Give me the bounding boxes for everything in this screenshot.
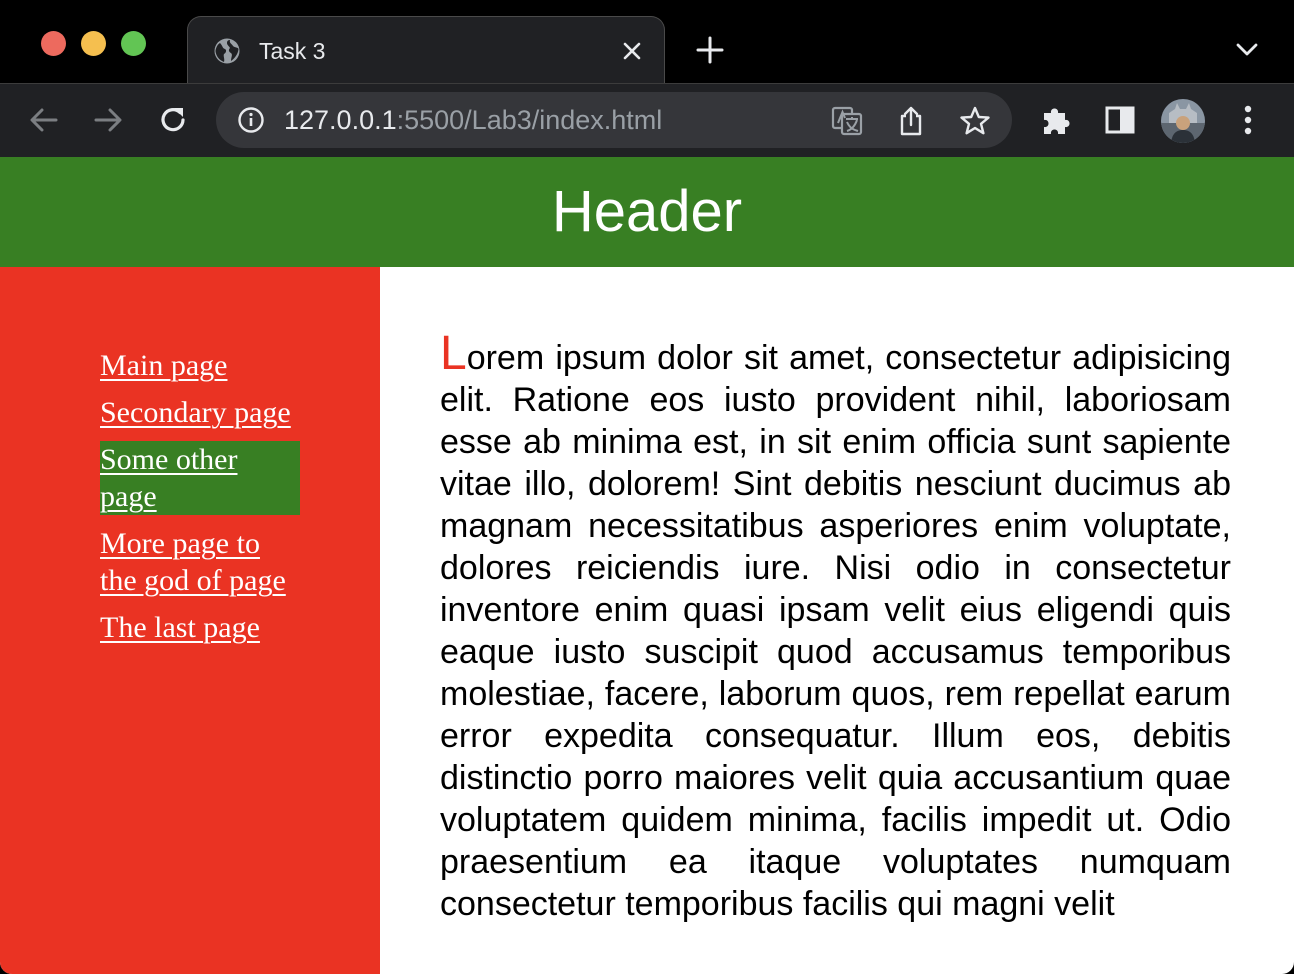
page-header: Header [0, 157, 1294, 267]
nav-link-secondary-page[interactable]: Secondary page [100, 396, 291, 429]
drop-cap-letter: L [440, 327, 467, 380]
content-body: orem ipsum dolor sit amet, consectetur a… [440, 339, 1231, 923]
address-bar[interactable]: 127.0.0.1:5500/Lab3/index.html [216, 92, 1012, 148]
sidebar-item-more-page: More page to the god of page [100, 525, 300, 599]
plus-icon[interactable] [694, 34, 726, 66]
tab-title: Task 3 [259, 38, 326, 64]
url-host: 127.0.0.1 [284, 105, 397, 135]
page-viewport: Header Main page Secondary page Some oth… [0, 157, 1294, 974]
arrow-left-icon[interactable] [24, 100, 64, 140]
browser-toolbar: 127.0.0.1:5500/Lab3/index.html [0, 83, 1294, 157]
sidebar-item-main-page: Main page [100, 347, 300, 384]
sidebar-nav: Main page Secondary page Some other page… [100, 347, 300, 656]
reload-icon[interactable] [153, 100, 193, 140]
sidebar: Main page Secondary page Some other page… [0, 267, 380, 974]
page-title: Header [551, 179, 743, 244]
kebab-menu-icon[interactable] [1228, 100, 1268, 140]
tab-task-3[interactable]: Task 3 [187, 16, 665, 84]
nav-link-main-page[interactable]: Main page [100, 349, 227, 382]
url-text[interactable]: 127.0.0.1:5500/Lab3/index.html [284, 103, 662, 137]
side-panel-icon[interactable] [1100, 100, 1140, 140]
translate-icon[interactable] [830, 104, 864, 138]
profile-photo-icon [1161, 99, 1205, 143]
profile-avatar[interactable] [1161, 99, 1205, 143]
sidebar-item-some-other-page: Some other page [100, 441, 300, 515]
nav-link-last-page[interactable]: The last page [100, 611, 260, 644]
sidebar-item-last-page: The last page [100, 609, 300, 646]
share-icon[interactable] [894, 104, 928, 138]
puzzle-icon[interactable] [1038, 100, 1078, 140]
close-icon[interactable] [618, 37, 646, 65]
nav-link-some-other-page[interactable]: Some other page [100, 443, 237, 513]
nav-link-more-page[interactable]: More page to the god of page [100, 527, 286, 597]
arrow-right-icon[interactable] [88, 100, 128, 140]
tab-strip: Task 3 [0, 0, 1294, 84]
browser-window: Task 3 127.0.0.1:5500/Lab3/index.html He… [0, 0, 1294, 974]
star-icon[interactable] [958, 104, 992, 138]
zoom-window-button[interactable] [121, 31, 146, 56]
main-content-text: Lorem ipsum dolor sit amet, consectetur … [440, 330, 1231, 925]
url-path: :5500/Lab3/index.html [396, 105, 663, 135]
globe-icon [214, 38, 240, 64]
chevron-down-icon[interactable] [1233, 38, 1261, 62]
minimize-window-button[interactable] [81, 31, 106, 56]
sidebar-item-secondary-page: Secondary page [100, 394, 300, 431]
close-window-button[interactable] [41, 31, 66, 56]
info-circle-icon[interactable] [236, 105, 266, 135]
